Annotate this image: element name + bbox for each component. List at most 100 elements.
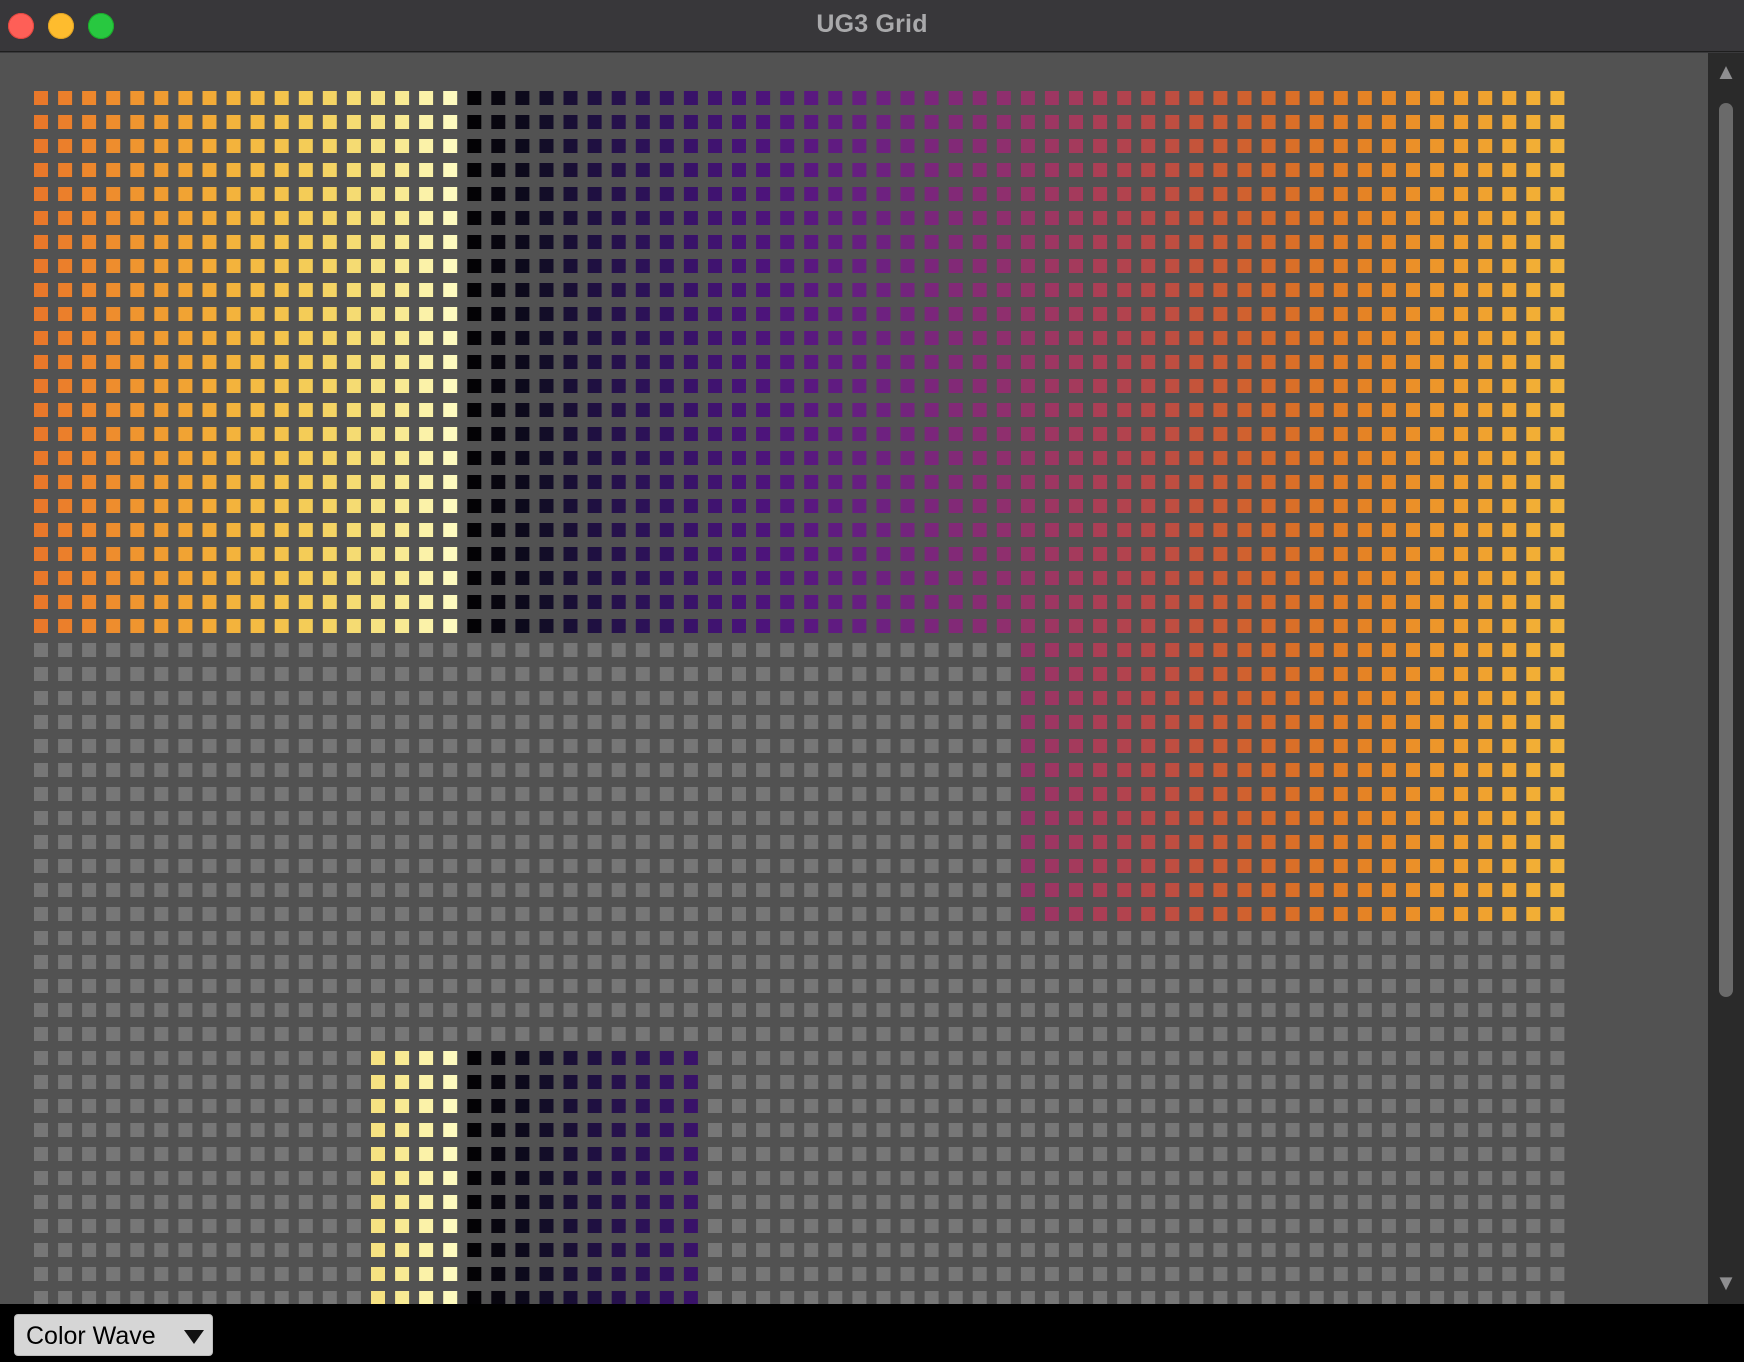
grid-pad[interactable]: [1430, 115, 1445, 129]
grid-pad[interactable]: [828, 1243, 843, 1257]
grid-pad[interactable]: [611, 1291, 626, 1304]
grid-pad[interactable]: [756, 715, 771, 729]
grid-pad[interactable]: [322, 571, 337, 585]
grid-pad[interactable]: [708, 787, 722, 801]
grid-pad[interactable]: [1261, 1267, 1276, 1281]
grid-pad[interactable]: [1117, 307, 1132, 321]
grid-pad[interactable]: [1117, 379, 1132, 393]
grid-pad[interactable]: [467, 979, 482, 993]
grid-pad[interactable]: [1261, 1123, 1276, 1137]
grid-pad[interactable]: [756, 955, 771, 969]
grid-pad[interactable]: [106, 235, 121, 249]
grid-pad[interactable]: [130, 715, 145, 729]
grid-pad[interactable]: [683, 187, 698, 201]
grid-pad[interactable]: [1117, 763, 1132, 777]
grid-pad[interactable]: [106, 1123, 121, 1137]
grid-pad[interactable]: [828, 1171, 843, 1185]
grid-pad[interactable]: [419, 139, 434, 153]
grid-pad[interactable]: [82, 859, 97, 873]
grid-pad[interactable]: [732, 403, 746, 417]
grid-pad[interactable]: [274, 331, 289, 345]
grid-pad[interactable]: [972, 1003, 987, 1017]
grid-pad[interactable]: [1285, 307, 1300, 321]
grid-pad[interactable]: [1044, 667, 1059, 681]
grid-pad[interactable]: [1285, 475, 1300, 489]
grid-pad[interactable]: [202, 1051, 217, 1065]
grid-pad[interactable]: [1357, 211, 1372, 225]
grid-pad[interactable]: [1189, 1123, 1204, 1137]
grid-pad[interactable]: [539, 235, 554, 249]
grid-pad[interactable]: [804, 475, 819, 489]
grid-pad[interactable]: [1165, 571, 1180, 585]
grid-pad[interactable]: [1285, 355, 1300, 369]
grid-pad[interactable]: [683, 835, 698, 849]
grid-pad[interactable]: [924, 1171, 939, 1185]
grid-pad[interactable]: [587, 307, 602, 321]
grid-pad[interactable]: [322, 979, 337, 993]
grid-pad[interactable]: [1165, 499, 1180, 513]
grid-pad[interactable]: [58, 715, 73, 729]
grid-pad[interactable]: [1430, 163, 1445, 177]
grid-pad[interactable]: [659, 307, 674, 321]
grid-pad[interactable]: [250, 115, 265, 129]
grid-pad[interactable]: [1044, 307, 1059, 321]
grid-pad[interactable]: [1285, 1123, 1300, 1137]
grid-pad[interactable]: [756, 931, 771, 945]
grid-pad[interactable]: [1430, 1195, 1445, 1209]
grid-pad[interactable]: [563, 931, 578, 945]
grid-pad[interactable]: [1381, 331, 1396, 345]
grid-pad[interactable]: [732, 763, 746, 777]
grid-pad[interactable]: [1406, 403, 1420, 417]
grid-pad[interactable]: [322, 787, 337, 801]
grid-pad[interactable]: [539, 1243, 554, 1257]
grid-pad[interactable]: [683, 643, 698, 657]
grid-pad[interactable]: [1093, 523, 1108, 537]
grid-pad[interactable]: [611, 715, 626, 729]
grid-pad[interactable]: [611, 1075, 626, 1089]
grid-pad[interactable]: [1478, 547, 1493, 561]
grid-pad[interactable]: [1381, 403, 1396, 417]
grid-pad[interactable]: [1309, 1219, 1324, 1233]
grid-pad[interactable]: [1069, 331, 1083, 345]
grid-pad[interactable]: [34, 763, 48, 777]
grid-pad[interactable]: [852, 379, 867, 393]
grid-pad[interactable]: [82, 475, 97, 489]
grid-pad[interactable]: [900, 883, 915, 897]
grid-pad[interactable]: [395, 667, 410, 681]
grid-pad[interactable]: [948, 427, 963, 441]
grid-pad[interactable]: [1237, 523, 1252, 537]
grid-pad[interactable]: [34, 283, 48, 297]
grid-pad[interactable]: [274, 1243, 289, 1257]
grid-pad[interactable]: [1381, 1051, 1396, 1065]
grid-pad[interactable]: [804, 307, 819, 321]
grid-pad[interactable]: [58, 451, 73, 465]
grid-pad[interactable]: [563, 571, 578, 585]
grid-pad[interactable]: [346, 1147, 361, 1161]
grid-pad[interactable]: [900, 1195, 915, 1209]
grid-pad[interactable]: [1165, 139, 1180, 153]
grid-pad[interactable]: [346, 355, 361, 369]
grid-pad[interactable]: [346, 547, 361, 561]
grid-pad[interactable]: [443, 1147, 458, 1161]
grid-pad[interactable]: [298, 403, 313, 417]
grid-pad[interactable]: [659, 571, 674, 585]
grid-pad[interactable]: [1117, 1243, 1132, 1257]
grid-pad[interactable]: [1261, 1027, 1276, 1041]
grid-pad[interactable]: [130, 523, 145, 537]
grid-pad[interactable]: [226, 547, 241, 561]
grid-pad[interactable]: [563, 523, 578, 537]
grid-pad[interactable]: [1478, 907, 1493, 921]
grid-pad[interactable]: [587, 91, 602, 105]
grid-pad[interactable]: [467, 1243, 482, 1257]
grid-pad[interactable]: [948, 571, 963, 585]
grid-pad[interactable]: [756, 1123, 771, 1137]
grid-pad[interactable]: [1478, 1003, 1493, 1017]
grid-pad[interactable]: [250, 235, 265, 249]
grid-pad[interactable]: [539, 331, 554, 345]
grid-pad[interactable]: [563, 667, 578, 681]
grid-pad[interactable]: [972, 355, 987, 369]
grid-pad[interactable]: [491, 547, 506, 561]
grid-pad[interactable]: [635, 667, 650, 681]
grid-pad[interactable]: [467, 1075, 482, 1089]
grid-pad[interactable]: [1550, 1195, 1565, 1209]
